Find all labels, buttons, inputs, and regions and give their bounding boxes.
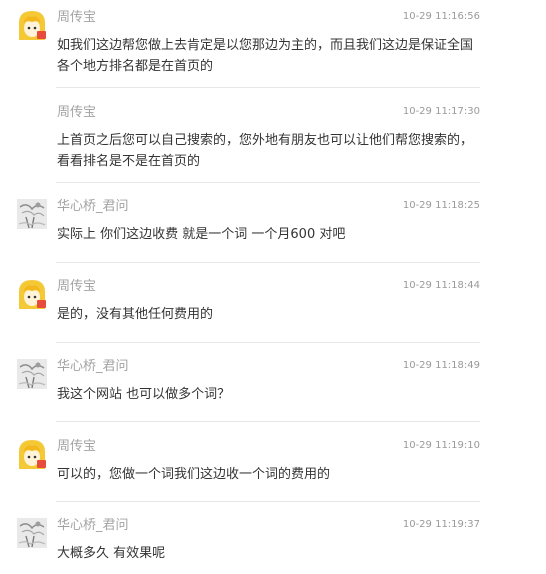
divider xyxy=(56,342,480,343)
message-text: 上首页之后您可以自己搜索的，您外地有朋友也可以让他们帮您搜索的，看看排名是不是在… xyxy=(57,133,474,169)
message-timestamp: 10-29 11:19:37 xyxy=(402,519,480,530)
message-timestamp: 10-29 11:16:56 xyxy=(402,11,480,22)
yellow-hair-avatar-icon[interactable] xyxy=(17,439,47,469)
message-text: 如我们这边帮您做上去肯定是以您那边为主的，而且我们这边是保证全国各个地方排名都是… xyxy=(57,38,474,74)
divider xyxy=(56,262,480,263)
message-timestamp: 10-29 11:18:44 xyxy=(402,280,480,291)
divider xyxy=(56,501,480,502)
grey-sketch-avatar-icon[interactable] xyxy=(17,359,47,389)
sender-name: 华心桥_君问 xyxy=(57,359,129,374)
message-timestamp: 10-29 11:18:49 xyxy=(402,360,480,371)
chat-history: 周传宝 10-29 11:16:56 如我们这边帮您做上去肯定是以您那边为主的，… xyxy=(0,0,546,574)
message-text: 是的，没有其他任何费用的 xyxy=(57,307,214,322)
sender-name: 周传宝 xyxy=(57,105,97,120)
yellow-hair-avatar-icon[interactable] xyxy=(17,10,47,40)
sender-name: 周传宝 xyxy=(57,10,97,25)
grey-sketch-avatar-icon[interactable] xyxy=(17,518,47,548)
message-timestamp: 10-29 11:18:25 xyxy=(402,200,480,211)
divider xyxy=(56,182,480,183)
message-text: 可以的，您做一个词我们这边收一个词的费用的 xyxy=(57,467,331,482)
sender-name: 周传宝 xyxy=(57,279,97,294)
divider xyxy=(56,87,480,88)
sender-name: 周传宝 xyxy=(57,439,97,454)
sender-name: 华心桥_君问 xyxy=(57,518,129,533)
message-timestamp: 10-29 11:19:10 xyxy=(402,440,480,451)
divider xyxy=(56,421,480,422)
yellow-hair-avatar-icon[interactable] xyxy=(17,279,47,309)
message-text: 实际上 你们这边收费 就是一个词 一个月600 对吧 xyxy=(57,227,346,242)
message-timestamp: 10-29 11:17:30 xyxy=(402,106,480,117)
message-text: 大概多久 有效果呢 xyxy=(57,546,166,561)
grey-sketch-avatar-icon[interactable] xyxy=(17,199,47,229)
message-text: 我这个网站 也可以做多个词？ xyxy=(57,387,231,402)
sender-name: 华心桥_君问 xyxy=(57,199,129,214)
